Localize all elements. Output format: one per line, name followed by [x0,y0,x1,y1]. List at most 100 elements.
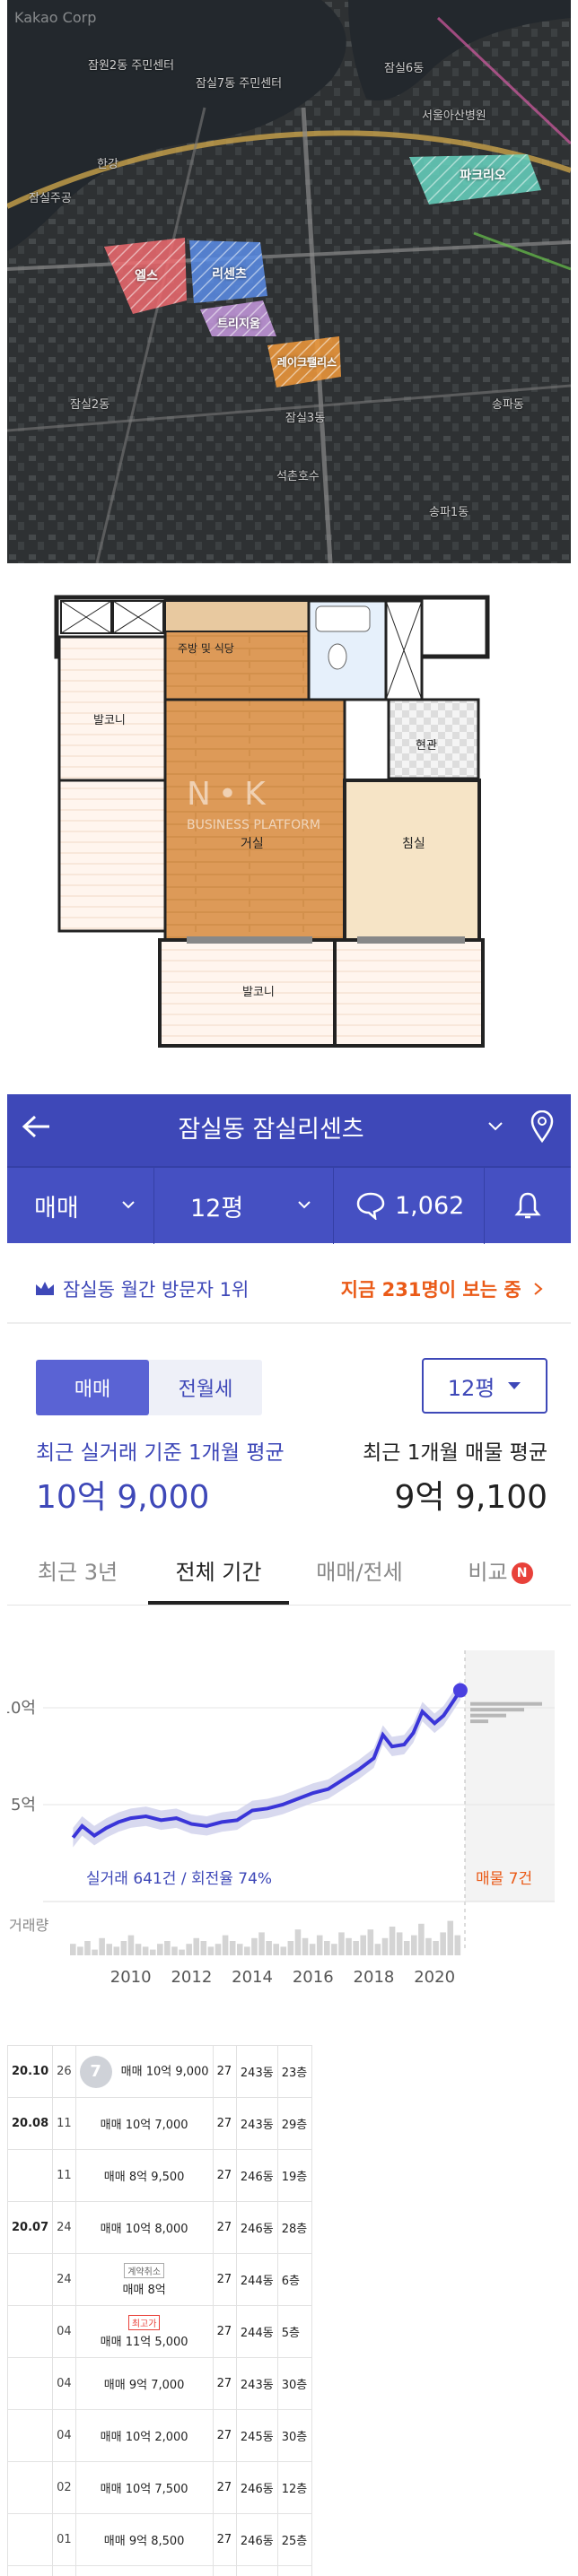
volume-bar [425,1937,432,1955]
x-tick-label: 2020 [414,1968,455,1987]
volume-bar [302,1937,309,1955]
visitor-bar[interactable]: 잠실동 월간 방문자 1위 지금 231명이 보는 중 [7,1256,571,1324]
table-row[interactable]: 11 매매 8억 9,500 27 246동 19층 [6,2149,313,2202]
size-dropdown[interactable]: 12평 [422,1358,547,1414]
listing-bar [470,1708,524,1712]
row-floor: 30층 [276,2409,313,2462]
row-building [235,2565,278,2576]
live-viewers-link[interactable]: 지금 231명이 보는 중 [341,1275,544,1302]
table-row[interactable]: 01 매매 9억 8,500 27 246동 25층 [6,2513,313,2566]
map-place-label: 잠실2동 [70,398,110,412]
volume-bar [360,1935,367,1955]
volume-bar [367,1929,374,1955]
row-floor: 12층 [276,2461,313,2514]
room-label-balcony-left: 발코니 [93,714,126,727]
volume-bar [374,1944,381,1955]
volume-bar [113,1946,120,1955]
complex-title[interactable]: 잠실동 잠실리센츠 [65,1110,477,1144]
volume-bar [193,1937,200,1955]
size-select[interactable]: 12평 [154,1167,334,1244]
table-row[interactable]: 20.08 11 매매 10억 7,000 27 243동 29층 [6,2097,313,2150]
table-row[interactable]: 04 매매 10억 2,000 27 245동 30층 [6,2409,313,2462]
transaction-list: 20.10 26 7 매매 10억 9,000 27 243동 23층 20.08 11 매매 1… [6,2045,313,2576]
volume-bar [396,1932,403,1955]
comment-count: 1,062 [395,1191,465,1220]
row-floor: 5층 [276,2305,313,2358]
row-type: 27 [212,2253,237,2306]
row-date [6,2305,54,2358]
row-day: 04 [52,2357,76,2410]
caret-down-icon [508,1382,521,1389]
table-row[interactable]: 04 매매 9억 7,000 27 243동 30층 [6,2357,313,2410]
trade-type-select[interactable]: 매매 [7,1167,154,1244]
volume-bar [236,1944,243,1955]
complex-label-ricenz[interactable]: 리센츠 [196,260,263,287]
volume-bar [273,1944,279,1955]
volume-bar [294,1929,302,1955]
volume-bar [346,1937,352,1955]
back-arrow-icon[interactable] [7,1094,65,1159]
tab-recent-3y[interactable]: 최근 3년 [7,1543,148,1605]
row-price: 최고가 매매 11억 5,000 [74,2305,214,2358]
notification-button[interactable] [485,1167,571,1244]
row-price: 매매 9억 8,500 [74,2513,214,2566]
volume-bar [331,1944,337,1955]
room-label-living: 거실 [241,837,264,851]
tab-compare[interactable]: 비교 N [430,1543,571,1605]
price-text: 매매 9억 7,000 [103,2379,185,2392]
tab-sale-jeonse[interactable]: 매매/전세 [289,1543,430,1605]
row-type: 27 [212,2305,237,2358]
price-chart[interactable]: 10억 5억실거래 641건 / 회전율 74% 매물 7건거래량 2010 2012 2… [1,1614,571,2027]
volume-bar [389,1927,396,1955]
volume-bar [258,1932,265,1955]
chevron-down-icon [298,1201,311,1209]
table-row[interactable]: 01매매 11억27 [6,2565,313,2576]
location-pin-icon[interactable] [513,1094,571,1159]
toggle-sale[interactable]: 매매 [36,1360,149,1415]
transaction-table: 20.10 26 7 매매 10억 9,000 27 243동 23층 20.08 11 매매 1… [6,2045,313,2576]
actual-price-value: 10억 9,000 [36,1479,210,1516]
volume-bar [207,1946,215,1955]
complex-label-trizium[interactable]: 트리지움 [203,310,275,334]
row-price: 매매 10억 7,000 [74,2097,214,2150]
volume-bar [433,1941,439,1955]
volume-label: 거래량 [9,1917,48,1934]
volume-bar [106,1944,113,1955]
listings-label: 매물 7건 [476,1870,532,1888]
tab-label: 매매/전세 [316,1560,403,1585]
volume-bar [251,1937,258,1955]
volume-bar [266,1941,272,1955]
row-type: 27 [212,2565,237,2576]
row-date [6,2357,54,2410]
row-price: 매매 11억 [74,2565,214,2576]
tab-all-period[interactable]: 전체 기간 [148,1543,289,1605]
row-type: 27 [212,2149,237,2202]
floorplan-watermark: N•K [187,776,273,813]
volume-bar [447,1920,454,1955]
toggle-rent[interactable]: 전월세 [149,1360,262,1415]
complex-label-els[interactable]: 엘스 [115,262,178,289]
volume-bar [454,1935,461,1955]
row-type: 27 [212,2097,237,2150]
table-row[interactable]: 20.10 26 7 매매 10억 9,000 27 243동 23층 [6,2045,313,2098]
chevron-down-icon[interactable] [477,1094,513,1159]
complex-label-parkrio[interactable]: 파크리오 [438,161,528,188]
complex-label-lakepalace[interactable]: 레이크팰리스 [269,350,345,373]
satellite-map[interactable]: Kakao Corp 엘스 리센츠 트리지움 레이크팰리스 파크리오 잠원2동 … [7,0,571,563]
table-row[interactable]: 04 최고가 매매 11억 5,000 27 244동 5층 [6,2305,313,2358]
row-day: 02 [52,2461,76,2514]
comments-button[interactable]: 1,062 [334,1167,485,1244]
price-chart-svg[interactable]: 10억 5억실거래 641건 / 회전율 74% 매물 7건거래량 2010 2012 2… [1,1614,571,2027]
volume-bar [70,1944,76,1955]
trade-toggle[interactable]: 매매 전월세 [36,1360,262,1415]
table-row[interactable]: 02 매매 10억 7,500 27 246동 12층 [6,2461,313,2514]
table-row[interactable]: 20.07 24 매매 10억 8,000 27 246동 28층 [6,2201,313,2254]
row-building: 246동 [235,2201,278,2254]
volume-bar [92,1949,98,1955]
volume-bar [135,1944,142,1955]
table-row[interactable]: 24 계약취소 매매 8억 27 244동 6층 [6,2253,313,2306]
row-day: 24 [52,2253,76,2306]
volume-bar [149,1949,156,1955]
listing-bar [470,1713,506,1718]
tab-label: 비교 [468,1560,508,1585]
